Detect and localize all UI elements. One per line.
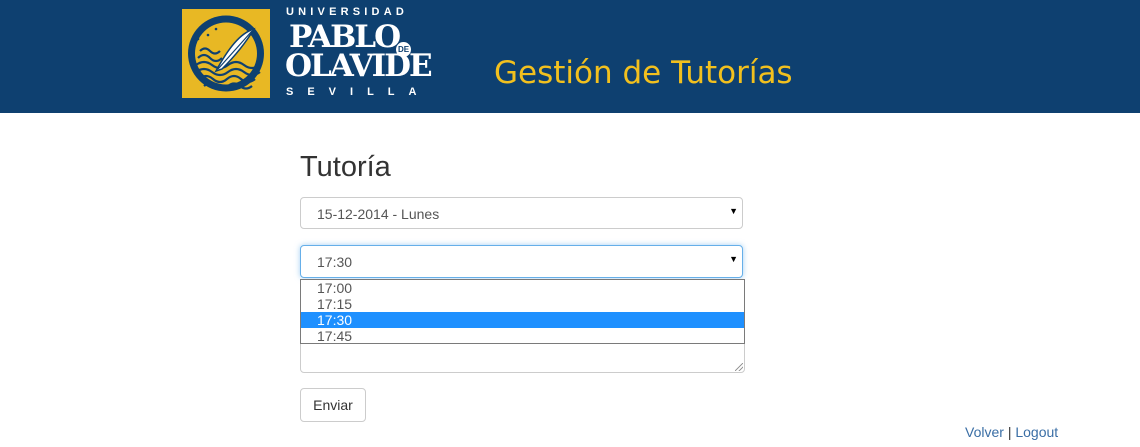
logo-city-label: SEVILLA [286,86,431,98]
back-link[interactable]: Volver [965,424,1004,440]
footer-separator: | [1007,424,1012,440]
university-emblem-icon [182,9,270,98]
app-title: Gestión de Tutorías [494,55,793,91]
dropdown-arrow-icon: ▼ [729,206,738,216]
date-select-value: 15-12-2014 - Lunes [317,206,440,222]
logo-university-label: UNIVERSIDAD [286,6,408,18]
resize-grip-icon[interactable] [735,363,743,371]
submit-button[interactable]: Enviar [300,388,366,422]
time-option-selected[interactable]: 17:30 [301,312,744,328]
time-option[interactable]: 17:45 [301,328,744,344]
date-select[interactable]: 15-12-2014 - Lunes ▼ [300,197,743,229]
time-select[interactable]: 17:30 ▼ [300,245,743,278]
logo-name-line2: OLAVIDE [285,48,433,84]
dropdown-arrow-icon: ▼ [729,254,738,264]
footer-links: Volver | Logout [965,424,1058,440]
logout-link[interactable]: Logout [1015,424,1058,440]
time-option[interactable]: 17:15 [301,296,744,312]
time-option[interactable]: 17:00 [301,280,744,296]
time-options-list[interactable]: 17:00 17:15 17:30 17:45 [300,279,745,344]
time-select-value: 17:30 [317,254,353,270]
form-heading: Tutoría [300,151,391,183]
page-header: UNIVERSIDAD PABLO DE OLAVIDE SEVILLA Ges… [0,0,1140,113]
